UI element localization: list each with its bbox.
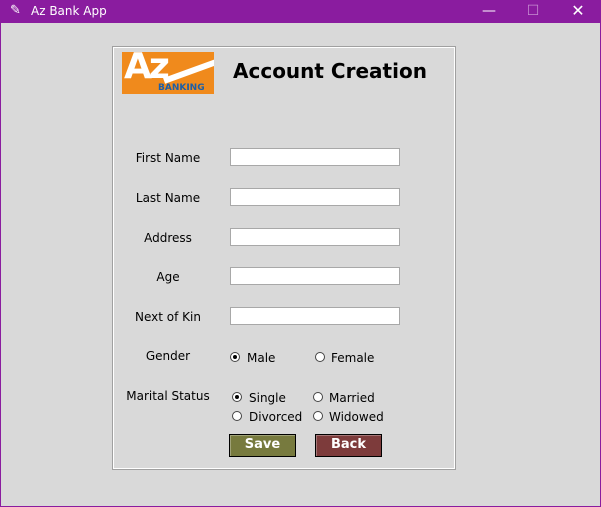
marital-divorced-label[interactable]: Divorced <box>249 410 302 424</box>
marital-single-radio[interactable] <box>232 392 242 402</box>
address-input[interactable] <box>230 228 400 246</box>
logo-banking-text: BANKING <box>158 83 205 93</box>
save-button[interactable]: Save <box>229 434 296 457</box>
marital-widowed-radio[interactable] <box>313 411 323 421</box>
maximize-button[interactable]: ☐ <box>511 0 555 23</box>
next-of-kin-input[interactable] <box>230 307 400 325</box>
window-title: Az Bank App <box>31 4 107 18</box>
marital-married-label[interactable]: Married <box>329 391 375 405</box>
account-creation-panel: Az BANKING Account Creation First Name L… <box>112 46 456 470</box>
next-of-kin-label: Next of Kin <box>135 310 201 324</box>
last-name-input[interactable] <box>230 188 400 206</box>
address-label: Address <box>144 231 192 245</box>
page-title: Account Creation <box>233 59 427 83</box>
gender-label: Gender <box>145 349 191 363</box>
title-bar[interactable]: ✎ Az Bank App — ☐ ✕ <box>1 0 601 23</box>
feather-icon: ✎ <box>10 3 21 18</box>
gender-female-radio[interactable] <box>315 352 325 362</box>
marital-widowed-label[interactable]: Widowed <box>329 410 384 424</box>
last-name-label: Last Name <box>135 191 201 205</box>
gender-female-label[interactable]: Female <box>331 351 374 365</box>
marital-status-label: Marital Status <box>126 389 210 403</box>
first-name-input[interactable] <box>230 148 400 166</box>
age-label: Age <box>156 270 180 284</box>
bank-logo: Az BANKING <box>122 52 214 94</box>
first-name-label: First Name <box>135 151 201 165</box>
age-input[interactable] <box>230 267 400 285</box>
gender-male-radio[interactable] <box>230 352 240 362</box>
marital-single-label[interactable]: Single <box>249 391 286 405</box>
marital-married-radio[interactable] <box>313 392 323 402</box>
back-button[interactable]: Back <box>315 434 382 457</box>
minimize-button[interactable]: — <box>467 0 511 23</box>
marital-divorced-radio[interactable] <box>232 411 242 421</box>
app-window: ✎ Az Bank App — ☐ ✕ Az BANKING Account C… <box>0 0 601 507</box>
close-button[interactable]: ✕ <box>556 0 600 23</box>
gender-male-label[interactable]: Male <box>247 351 275 365</box>
